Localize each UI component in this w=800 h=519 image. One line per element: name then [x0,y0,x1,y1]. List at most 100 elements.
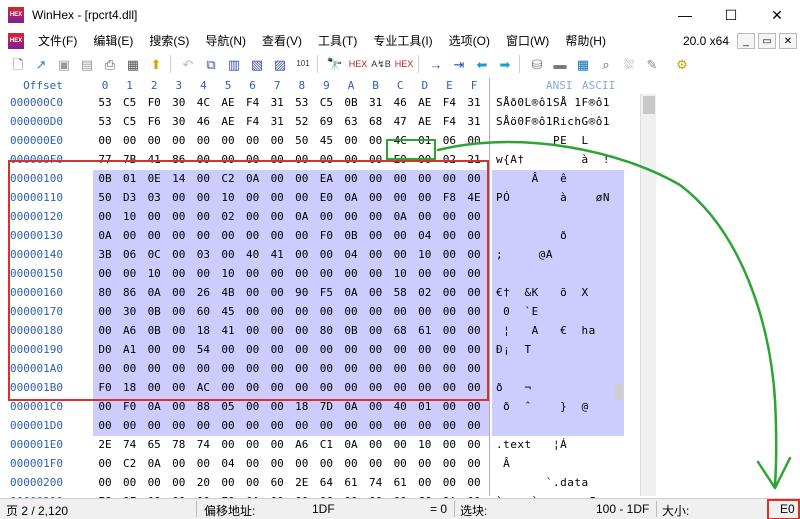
hex-byte[interactable]: EA [314,172,338,185]
hex-byte[interactable]: 40 [241,248,265,261]
hex-byte[interactable]: 00 [265,400,289,413]
hex-byte[interactable]: 00 [241,153,265,166]
hex-byte[interactable]: 00 [413,457,437,470]
hex-byte[interactable]: 00 [462,267,486,280]
hex-byte[interactable]: 00 [265,229,289,242]
hex-byte[interactable]: 00 [364,267,388,280]
hex-byte[interactable]: 00 [265,305,289,318]
hex-byte[interactable]: 00 [265,210,289,223]
hex-byte[interactable]: 00 [413,476,437,489]
hex-byte[interactable]: 00 [462,419,486,432]
hex-row[interactable]: 00000200 00 00 00 00 20 00 00 60 2E 64 61 74 61 00 00 00… [0,474,640,493]
hex-byte[interactable]: 00 [265,134,289,147]
hex-byte[interactable]: 00 [364,438,388,451]
hex-row[interactable]: 00000120 00 10 00 00 00 02 00 00 0A 00 00 00 0A 00 00 00 [0,208,640,227]
menu-search[interactable]: 搜索(S) [141,30,197,52]
hex-byte[interactable]: 80 [93,286,117,299]
hex-byte[interactable]: 00 [413,343,437,356]
hex-byte[interactable]: 00 [142,381,166,394]
hex-byte[interactable]: 00 [437,248,461,261]
hex-byte[interactable]: 00 [216,362,240,375]
doc-restore-button[interactable]: ▭ [758,33,776,49]
hex-row[interactable]: 00000170 00 30 0B 00 60 45 00 00 00 00 00 00 00 00 00 00… [0,303,640,322]
hex-byte[interactable]: 00 [118,267,142,280]
hex-row[interactable]: 00000190 D0 A1 00 00 54 00 00 00 00 00 00 00 00 00 00 00… [0,341,640,360]
hex-byte[interactable]: 00 [290,229,314,242]
hex-byte[interactable]: 10 [413,438,437,451]
hex-byte[interactable]: AE [216,115,240,128]
hex-byte[interactable]: 00 [437,476,461,489]
hex-byte[interactable]: 00 [413,362,437,375]
hex-byte[interactable]: 64 [314,476,338,489]
hex-byte[interactable]: 00 [290,343,314,356]
hex-byte[interactable]: 00 [241,191,265,204]
back-icon[interactable]: ⬅ [472,54,492,74]
hex-byte[interactable]: 00 [364,362,388,375]
calculator-icon[interactable]: ▦ [573,54,593,74]
hex-byte[interactable]: 00 [462,172,486,185]
hex-byte[interactable]: 00 [388,343,412,356]
hex-byte[interactable]: 30 [118,305,142,318]
hex-byte[interactable]: 00 [93,400,117,413]
hex-byte[interactable]: 52 [290,115,314,128]
hex-byte[interactable]: 00 [93,362,117,375]
menu-edit[interactable]: 编辑(E) [85,30,141,52]
hex-byte[interactable]: 00 [462,248,486,261]
hex-byte[interactable]: 30 [167,96,191,109]
hex-byte[interactable]: 00 [364,419,388,432]
hex-byte[interactable]: 00 [314,210,338,223]
hex-byte[interactable]: 00 [241,457,265,470]
hex-byte[interactable]: 01 [413,134,437,147]
hex-byte[interactable]: 00 [388,248,412,261]
clipboard-icon[interactable]: ▧ [247,54,267,74]
ansi-text[interactable]: w{A† à ! [496,153,610,166]
hex-byte[interactable]: 00 [314,248,338,261]
hex-byte[interactable]: A1 [118,343,142,356]
hex-byte[interactable]: 00 [142,229,166,242]
hex-byte[interactable]: 00 [241,210,265,223]
find-hex-icon[interactable]: HEX [348,54,368,74]
settings-icon[interactable]: ✎ [642,54,662,74]
hex-byte[interactable]: 10 [118,210,142,223]
hex-byte[interactable]: 4C [191,96,215,109]
hex-byte[interactable]: 00 [290,381,314,394]
hex-byte[interactable]: 00 [167,248,191,261]
ansi-text[interactable]: ð [496,229,610,242]
hex-byte[interactable]: 00 [437,381,461,394]
hex-byte[interactable]: 00 [167,362,191,375]
hex-byte[interactable]: 0A [339,191,363,204]
hex-byte[interactable]: 04 [413,229,437,242]
hex-byte[interactable]: F4 [437,115,461,128]
menu-options[interactable]: 选项(O) [441,30,498,52]
ansi-text[interactable]: PE L [496,134,610,147]
hex-byte[interactable]: 10 [216,267,240,280]
hex-byte[interactable]: 18 [191,324,215,337]
properties-icon[interactable]: ▦ [123,54,143,74]
hex-byte[interactable]: 0A [339,400,363,413]
hex-byte[interactable]: A6 [290,438,314,451]
gear-icon[interactable]: ⚙ [672,54,692,74]
hex-byte[interactable]: 45 [216,305,240,318]
hex-byte[interactable]: 2E [93,438,117,451]
hex-byte[interactable]: 00 [437,286,461,299]
ansi-text[interactable]: `.data [496,476,610,489]
save-as-icon[interactable]: ▤ [77,54,97,74]
hex-byte[interactable]: 00 [364,400,388,413]
hex-row[interactable]: 000001F0 00 C2 0A 00 00 04 00 00 00 00 00 00 00 00 00 00… [0,455,640,474]
hex-byte[interactable]: 18 [290,400,314,413]
hex-byte[interactable]: 4B [216,286,240,299]
hex-byte[interactable]: 4C [388,134,412,147]
hex-byte[interactable]: 00 [191,153,215,166]
hex-byte[interactable]: 06 [118,248,142,261]
hex-byte[interactable]: 0B [339,229,363,242]
hex-byte[interactable]: 80 [314,324,338,337]
hex-byte[interactable]: 03 [191,248,215,261]
hex-row[interactable]: 00000150 00 00 10 00 00 10 00 00 00 00 00 00 10 00 00 00 [0,265,640,284]
hex-byte[interactable]: 00 [339,305,363,318]
hex-byte[interactable]: 0A [142,400,166,413]
hex-row[interactable]: 00000140 3B 06 0C 00 03 00 40 41 00 00 04 00 00 10 00 00… [0,246,640,265]
hex-row[interactable]: 00000160 80 86 0A 00 26 4B 00 00 90 F5 0A 00 58 02 00 00… [0,284,640,303]
hex-byte[interactable]: 00 [93,457,117,470]
hex-byte[interactable]: 00 [290,419,314,432]
hex-byte[interactable]: F0 [93,381,117,394]
